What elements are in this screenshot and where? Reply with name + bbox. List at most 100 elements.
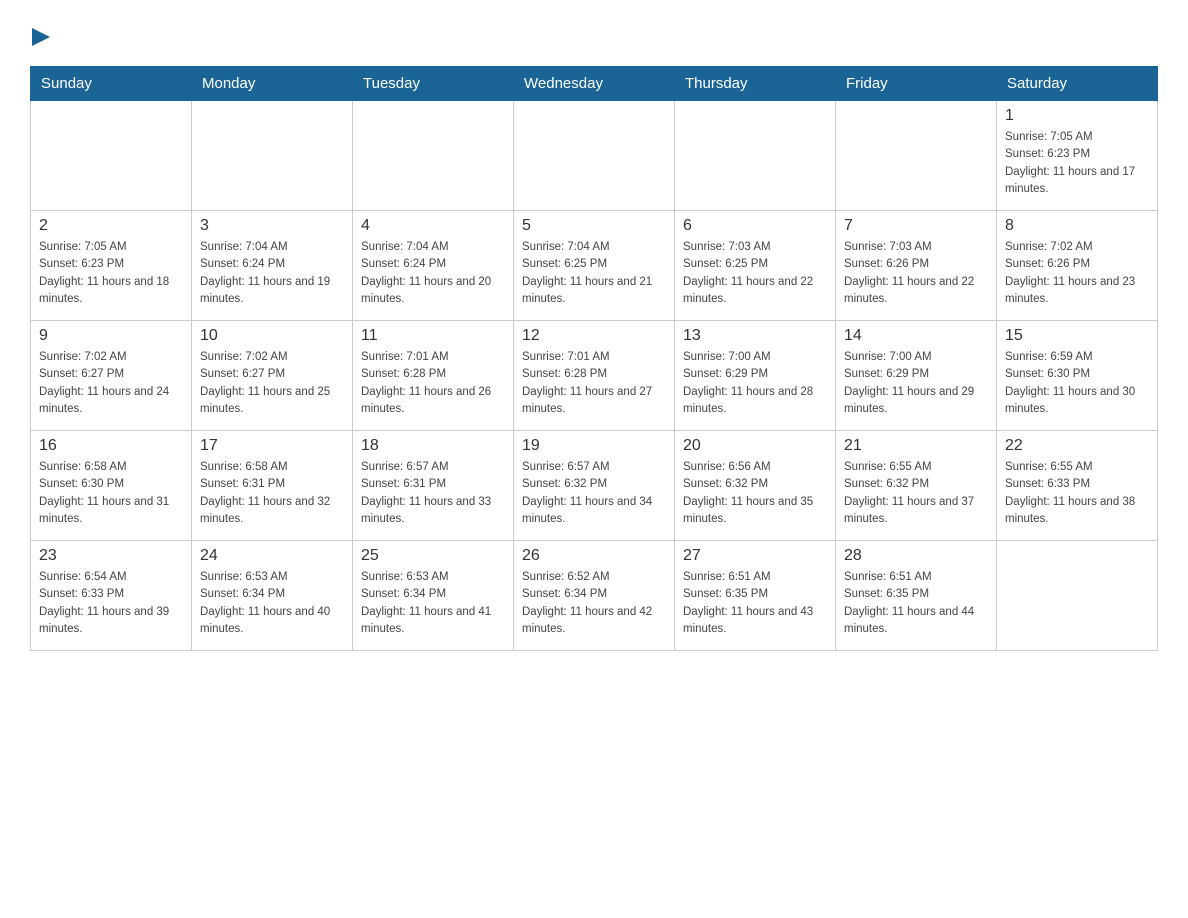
calendar-cell: 14 Sunrise: 7:00 AMSunset: 6:29 PMDayligh…	[836, 321, 997, 431]
calendar-header-row: SundayMondayTuesdayWednesdayThursdayFrid…	[31, 67, 1158, 101]
calendar-cell: 3 Sunrise: 7:04 AMSunset: 6:24 PMDaylight…	[192, 211, 353, 321]
day-number: 26	[522, 547, 666, 565]
day-info: Sunrise: 7:03 AMSunset: 6:25 PMDaylight:…	[683, 239, 827, 308]
day-number: 3	[200, 217, 344, 235]
calendar-cell: 23 Sunrise: 6:54 AMSunset: 6:33 PMDayligh…	[31, 541, 192, 651]
col-header-monday: Monday	[192, 67, 353, 101]
calendar-cell: 9 Sunrise: 7:02 AMSunset: 6:27 PMDaylight…	[31, 321, 192, 431]
day-info: Sunrise: 6:56 AMSunset: 6:32 PMDaylight:…	[683, 459, 827, 528]
day-info: Sunrise: 6:57 AMSunset: 6:31 PMDaylight:…	[361, 459, 505, 528]
logo-triangle-icon	[32, 28, 54, 50]
day-info: Sunrise: 7:02 AMSunset: 6:27 PMDaylight:…	[39, 349, 183, 418]
calendar-cell: 5 Sunrise: 7:04 AMSunset: 6:25 PMDaylight…	[514, 211, 675, 321]
calendar-cell: 8 Sunrise: 7:02 AMSunset: 6:26 PMDaylight…	[997, 211, 1158, 321]
day-info: Sunrise: 7:02 AMSunset: 6:27 PMDaylight:…	[200, 349, 344, 418]
day-info: Sunrise: 7:01 AMSunset: 6:28 PMDaylight:…	[361, 349, 505, 418]
calendar-week-row: 1 Sunrise: 7:05 AMSunset: 6:23 PMDaylight…	[31, 101, 1158, 211]
day-info: Sunrise: 7:05 AMSunset: 6:23 PMDaylight:…	[39, 239, 183, 308]
calendar-cell	[675, 101, 836, 211]
calendar-cell	[997, 541, 1158, 651]
col-header-saturday: Saturday	[997, 67, 1158, 101]
day-number: 28	[844, 547, 988, 565]
day-number: 1	[1005, 107, 1149, 125]
day-number: 4	[361, 217, 505, 235]
calendar-table: SundayMondayTuesdayWednesdayThursdayFrid…	[30, 66, 1158, 651]
day-info: Sunrise: 6:57 AMSunset: 6:32 PMDaylight:…	[522, 459, 666, 528]
calendar-cell: 10 Sunrise: 7:02 AMSunset: 6:27 PMDayligh…	[192, 321, 353, 431]
day-info: Sunrise: 6:53 AMSunset: 6:34 PMDaylight:…	[361, 569, 505, 638]
calendar-cell: 21 Sunrise: 6:55 AMSunset: 6:32 PMDayligh…	[836, 431, 997, 541]
col-header-friday: Friday	[836, 67, 997, 101]
day-info: Sunrise: 6:59 AMSunset: 6:30 PMDaylight:…	[1005, 349, 1149, 418]
day-info: Sunrise: 7:04 AMSunset: 6:24 PMDaylight:…	[200, 239, 344, 308]
col-header-wednesday: Wednesday	[514, 67, 675, 101]
day-number: 6	[683, 217, 827, 235]
calendar-week-row: 2 Sunrise: 7:05 AMSunset: 6:23 PMDaylight…	[31, 211, 1158, 321]
day-number: 22	[1005, 437, 1149, 455]
day-number: 19	[522, 437, 666, 455]
day-number: 5	[522, 217, 666, 235]
calendar-cell	[192, 101, 353, 211]
calendar-cell: 22 Sunrise: 6:55 AMSunset: 6:33 PMDayligh…	[997, 431, 1158, 541]
calendar-cell: 2 Sunrise: 7:05 AMSunset: 6:23 PMDaylight…	[31, 211, 192, 321]
day-info: Sunrise: 7:01 AMSunset: 6:28 PMDaylight:…	[522, 349, 666, 418]
day-number: 15	[1005, 327, 1149, 345]
calendar-week-row: 9 Sunrise: 7:02 AMSunset: 6:27 PMDaylight…	[31, 321, 1158, 431]
calendar-cell: 25Sunrise: 6:53 AMSunset: 6:34 PMDayligh…	[353, 541, 514, 651]
calendar-cell: 13Sunrise: 7:00 AMSunset: 6:29 PMDayligh…	[675, 321, 836, 431]
calendar-cell: 16 Sunrise: 6:58 AMSunset: 6:30 PMDayligh…	[31, 431, 192, 541]
calendar-cell: 20 Sunrise: 6:56 AMSunset: 6:32 PMDayligh…	[675, 431, 836, 541]
col-header-tuesday: Tuesday	[353, 67, 514, 101]
calendar-week-row: 16 Sunrise: 6:58 AMSunset: 6:30 PMDayligh…	[31, 431, 1158, 541]
day-number: 23	[39, 547, 183, 565]
calendar-cell: 6 Sunrise: 7:03 AMSunset: 6:25 PMDaylight…	[675, 211, 836, 321]
day-info: Sunrise: 6:55 AMSunset: 6:33 PMDaylight:…	[1005, 459, 1149, 528]
day-number: 8	[1005, 217, 1149, 235]
calendar-cell	[514, 101, 675, 211]
day-number: 9	[39, 327, 183, 345]
day-info: Sunrise: 7:04 AMSunset: 6:24 PMDaylight:…	[361, 239, 505, 308]
calendar-cell: 17Sunrise: 6:58 AMSunset: 6:31 PMDayligh…	[192, 431, 353, 541]
day-number: 12	[522, 327, 666, 345]
day-info: Sunrise: 6:52 AMSunset: 6:34 PMDaylight:…	[522, 569, 666, 638]
day-number: 24	[200, 547, 344, 565]
day-info: Sunrise: 6:51 AMSunset: 6:35 PMDaylight:…	[683, 569, 827, 638]
calendar-cell: 11Sunrise: 7:01 AMSunset: 6:28 PMDayligh…	[353, 321, 514, 431]
day-number: 21	[844, 437, 988, 455]
day-info: Sunrise: 7:04 AMSunset: 6:25 PMDaylight:…	[522, 239, 666, 308]
day-info: Sunrise: 7:00 AMSunset: 6:29 PMDaylight:…	[844, 349, 988, 418]
calendar-cell: 4 Sunrise: 7:04 AMSunset: 6:24 PMDaylight…	[353, 211, 514, 321]
day-number: 20	[683, 437, 827, 455]
day-info: Sunrise: 6:58 AMSunset: 6:31 PMDaylight:…	[200, 459, 344, 528]
day-number: 16	[39, 437, 183, 455]
day-number: 7	[844, 217, 988, 235]
day-info: Sunrise: 6:53 AMSunset: 6:34 PMDaylight:…	[200, 569, 344, 638]
page-header	[30, 20, 1158, 46]
day-info: Sunrise: 6:58 AMSunset: 6:30 PMDaylight:…	[39, 459, 183, 528]
calendar-cell: 24 Sunrise: 6:53 AMSunset: 6:34 PMDayligh…	[192, 541, 353, 651]
day-info: Sunrise: 6:51 AMSunset: 6:35 PMDaylight:…	[844, 569, 988, 638]
calendar-cell: 27Sunrise: 6:51 AMSunset: 6:35 PMDayligh…	[675, 541, 836, 651]
day-number: 10	[200, 327, 344, 345]
calendar-cell: 28 Sunrise: 6:51 AMSunset: 6:35 PMDayligh…	[836, 541, 997, 651]
day-info: Sunrise: 6:54 AMSunset: 6:33 PMDaylight:…	[39, 569, 183, 638]
calendar-cell: 15 Sunrise: 6:59 AMSunset: 6:30 PMDayligh…	[997, 321, 1158, 431]
day-number: 18	[361, 437, 505, 455]
col-header-thursday: Thursday	[675, 67, 836, 101]
calendar-cell: 26 Sunrise: 6:52 AMSunset: 6:34 PMDayligh…	[514, 541, 675, 651]
calendar-cell: 19 Sunrise: 6:57 AMSunset: 6:32 PMDayligh…	[514, 431, 675, 541]
col-header-sunday: Sunday	[31, 67, 192, 101]
calendar-week-row: 23 Sunrise: 6:54 AMSunset: 6:33 PMDayligh…	[31, 541, 1158, 651]
logo	[30, 20, 54, 46]
calendar-cell: 7 Sunrise: 7:03 AMSunset: 6:26 PMDaylight…	[836, 211, 997, 321]
day-number: 14	[844, 327, 988, 345]
day-info: Sunrise: 7:03 AMSunset: 6:26 PMDaylight:…	[844, 239, 988, 308]
calendar-cell: 12 Sunrise: 7:01 AMSunset: 6:28 PMDayligh…	[514, 321, 675, 431]
day-info: Sunrise: 6:55 AMSunset: 6:32 PMDaylight:…	[844, 459, 988, 528]
day-number: 2	[39, 217, 183, 235]
calendar-cell	[353, 101, 514, 211]
day-info: Sunrise: 7:02 AMSunset: 6:26 PMDaylight:…	[1005, 239, 1149, 308]
calendar-cell: 1 Sunrise: 7:05 AMSunset: 6:23 PMDaylight…	[997, 101, 1158, 211]
day-info: Sunrise: 7:05 AMSunset: 6:23 PMDaylight:…	[1005, 129, 1149, 198]
day-info: Sunrise: 7:00 AMSunset: 6:29 PMDaylight:…	[683, 349, 827, 418]
